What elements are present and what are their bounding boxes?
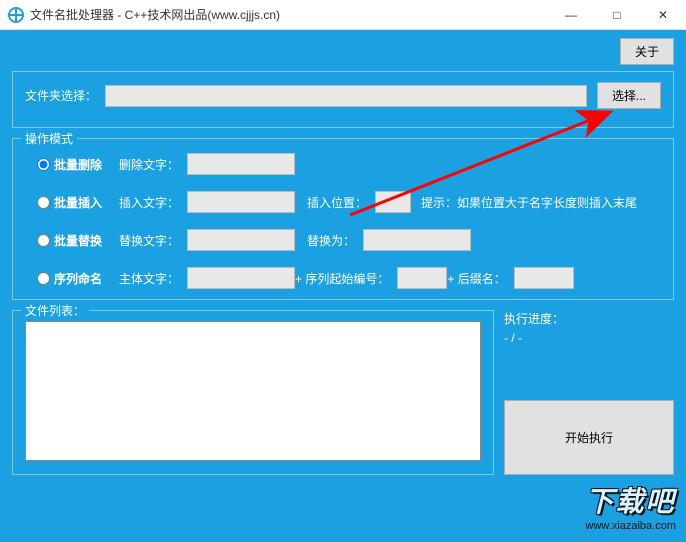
about-button[interactable]: 关于: [620, 38, 674, 65]
filelist-group: 文件列表：: [12, 310, 494, 475]
folder-group: 文件夹选择： 选择...: [12, 71, 674, 128]
radio-batch-insert-input[interactable]: [37, 196, 50, 209]
replace-text-label: 替换文字：: [119, 232, 179, 249]
delete-text-input[interactable]: [187, 153, 295, 175]
mode-row-sequence: 序列命名 主体文字： + 序列起始编号： + 后缀名：: [25, 257, 661, 295]
mode-row-delete: 批量删除 删除文字：: [25, 143, 661, 181]
seq-body-input[interactable]: [187, 267, 295, 289]
replace-text-input[interactable]: [187, 229, 295, 251]
window-title: 文件名批处理器 - C++技术网出品(www.cjjjs.cn): [30, 6, 548, 23]
minimize-button[interactable]: —: [548, 0, 594, 30]
insert-text-label: 插入文字：: [119, 194, 179, 211]
insert-pos-label: 插入位置：: [307, 194, 367, 211]
radio-batch-replace-label: 批量替换: [54, 232, 102, 249]
folder-label: 文件夹选择：: [25, 87, 97, 104]
select-folder-button[interactable]: 选择...: [597, 82, 661, 109]
replace-to-input[interactable]: [363, 229, 471, 251]
titlebar: 文件名批处理器 - C++技术网出品(www.cjjjs.cn) — □ ✕: [0, 0, 686, 30]
radio-batch-delete-input[interactable]: [37, 158, 50, 171]
radio-batch-delete-label: 批量删除: [54, 156, 102, 173]
watermark: 下载吧 www.xiazaiba.com: [586, 480, 676, 532]
insert-hint: 提示：如果位置大于名字长度则插入末尾: [421, 194, 637, 211]
progress-value: - / -: [504, 331, 674, 345]
radio-batch-replace-input[interactable]: [37, 234, 50, 247]
watermark-text: 下载吧: [586, 480, 676, 520]
watermark-url: www.xiazaiba.com: [586, 520, 676, 532]
radio-sequence-input[interactable]: [37, 272, 50, 285]
seq-start-input[interactable]: [397, 267, 447, 289]
radio-batch-replace[interactable]: 批量替换: [37, 232, 119, 249]
folder-input[interactable]: [105, 85, 587, 107]
radio-sequence[interactable]: 序列命名: [37, 270, 119, 287]
mode-group: 操作模式 批量删除 删除文字： 批量插入 插入文字： 插入位置： 提示：如果位置…: [12, 138, 674, 300]
delete-text-label: 删除文字：: [119, 156, 179, 173]
radio-batch-delete[interactable]: 批量删除: [37, 156, 119, 173]
start-button[interactable]: 开始执行: [504, 400, 674, 475]
replace-to-label: 替换为：: [307, 232, 355, 249]
seq-plus2: + 后缀名：: [447, 270, 505, 287]
app-icon: [8, 7, 24, 23]
mode-group-title: 操作模式: [21, 130, 77, 147]
maximize-button[interactable]: □: [594, 0, 640, 30]
progress-label: 执行进度：: [504, 310, 674, 327]
mode-row-replace: 批量替换 替换文字： 替换为：: [25, 219, 661, 257]
close-button[interactable]: ✕: [640, 0, 686, 30]
seq-suffix-input[interactable]: [514, 267, 574, 289]
app-body: 关于 文件夹选择： 选择... 操作模式 批量删除 删除文字： 批量插入 插入文…: [0, 30, 686, 542]
insert-pos-input[interactable]: [375, 191, 411, 213]
radio-sequence-label: 序列命名: [54, 270, 102, 287]
seq-plus1: + 序列起始编号：: [295, 270, 389, 287]
filelist-title: 文件列表：: [21, 302, 89, 319]
radio-batch-insert-label: 批量插入: [54, 194, 102, 211]
filelist-textarea[interactable]: [25, 321, 481, 461]
insert-text-input[interactable]: [187, 191, 295, 213]
mode-row-insert: 批量插入 插入文字： 插入位置： 提示：如果位置大于名字长度则插入末尾: [25, 181, 661, 219]
seq-body-label: 主体文字：: [119, 270, 179, 287]
radio-batch-insert[interactable]: 批量插入: [37, 194, 119, 211]
